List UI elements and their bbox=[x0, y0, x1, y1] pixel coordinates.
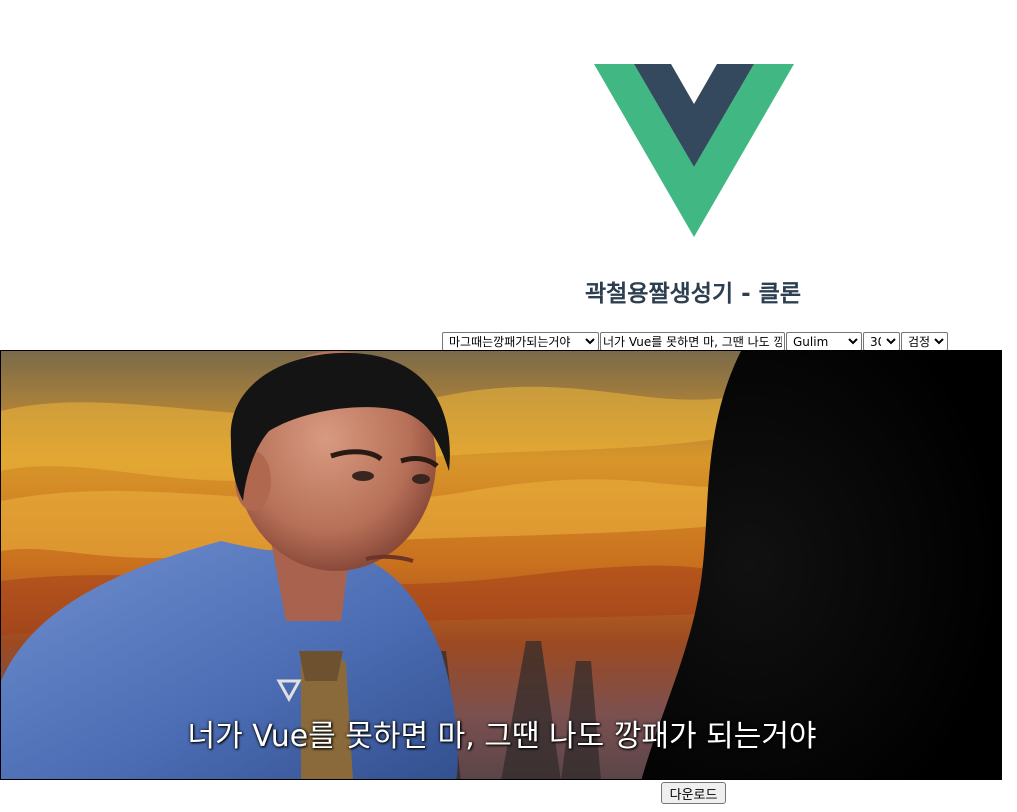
man-eye bbox=[412, 474, 430, 484]
font-select[interactable]: Gulim bbox=[786, 332, 862, 351]
vue-logo bbox=[594, 64, 794, 237]
subtitle-input[interactable] bbox=[600, 332, 785, 351]
template-select[interactable]: 마그때는깡패가되는거야 bbox=[442, 332, 599, 351]
meme-canvas: 너가 Vue를 못하면 마, 그땐 나도 깡패가 되는거야 bbox=[0, 350, 1002, 780]
color-select[interactable]: 검정 bbox=[901, 332, 948, 351]
controls-bar: 마그때는깡패가되는거야 Gulim 30 검정 bbox=[442, 332, 948, 351]
meme-subtitle-text: 너가 Vue를 못하면 마, 그땐 나도 깡패가 되는거야 bbox=[187, 719, 817, 754]
page-title: 곽철용짤생성기 - 클론 bbox=[584, 281, 801, 307]
man-eye bbox=[352, 471, 374, 481]
movie-still-image bbox=[1, 351, 1001, 779]
man-tie-knot bbox=[299, 651, 343, 681]
download-button[interactable]: 다운로드 bbox=[661, 782, 726, 804]
size-select[interactable]: 30 bbox=[863, 332, 900, 351]
